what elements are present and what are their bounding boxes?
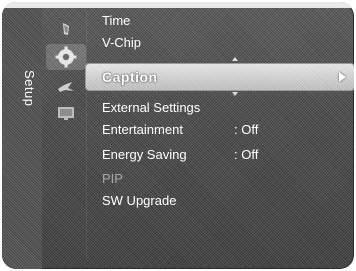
input-icon[interactable] [46, 100, 86, 126]
menu-item-caption[interactable]: Caption [86, 64, 354, 90]
menu-item-label: SW Upgrade [102, 193, 177, 208]
menu-item-label: Time [102, 13, 131, 28]
menu-item-label: Entertainment [102, 122, 183, 137]
submenu-arrow-icon [339, 72, 346, 82]
setup-icon[interactable] [46, 44, 86, 70]
menu-item-label: Caption [102, 69, 158, 85]
category-rail: Setup [2, 8, 42, 269]
sound-icon[interactable] [46, 74, 86, 100]
menu-item-label: V-Chip [102, 35, 142, 50]
picture-icon[interactable] [46, 16, 86, 42]
menu-item-label: PIP [102, 171, 123, 186]
menu-item-value: : Off [234, 122, 259, 137]
menu-item-value: : Off [234, 147, 259, 162]
menu-item-label: Energy Saving [102, 147, 187, 162]
setup-menu-panel: Setup Time V-Chip Caption External Setti… [2, 2, 354, 269]
column-divider [86, 10, 87, 260]
scroll-down-indicator [232, 92, 238, 96]
top-edge [2, 2, 354, 8]
scroll-up-indicator [232, 57, 238, 61]
menu-item-label: External Settings [102, 100, 201, 115]
category-label: Setup [22, 69, 37, 107]
